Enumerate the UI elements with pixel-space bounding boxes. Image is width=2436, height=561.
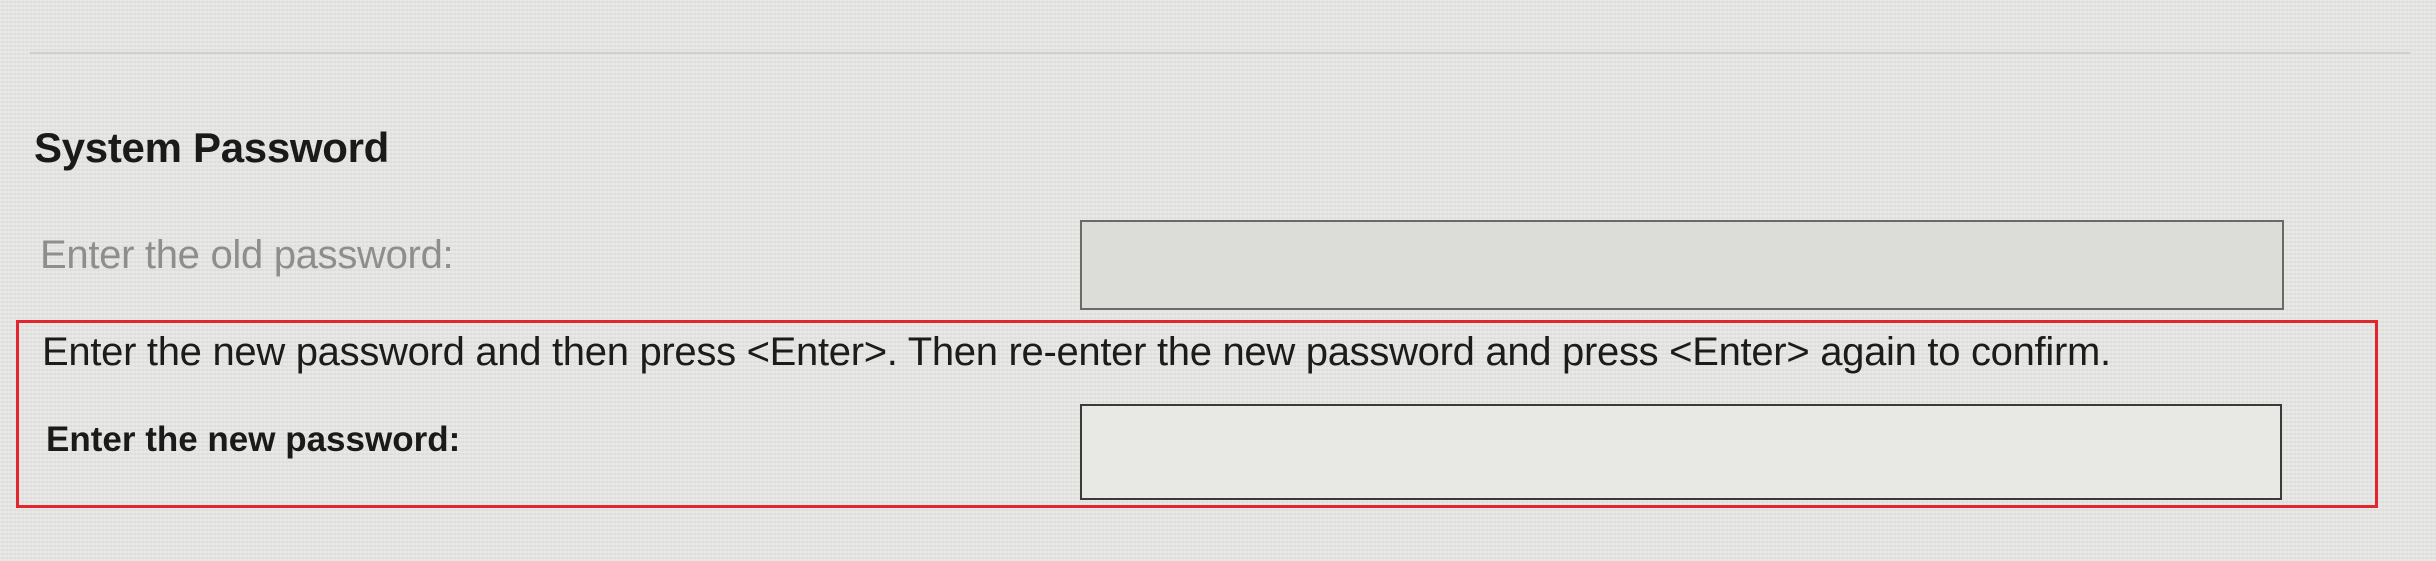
section-title: System Password <box>34 124 390 171</box>
old-password-label: Enter the old password: <box>40 233 454 277</box>
section-divider <box>30 52 2410 54</box>
old-password-field[interactable] <box>1080 220 2284 310</box>
new-password-field[interactable] <box>1080 404 2282 500</box>
new-password-label: Enter the new password: <box>46 420 461 459</box>
instruction-text: Enter the new password and then press <E… <box>42 330 2111 374</box>
bios-password-panel: System Password Enter the old password: … <box>0 0 2436 561</box>
